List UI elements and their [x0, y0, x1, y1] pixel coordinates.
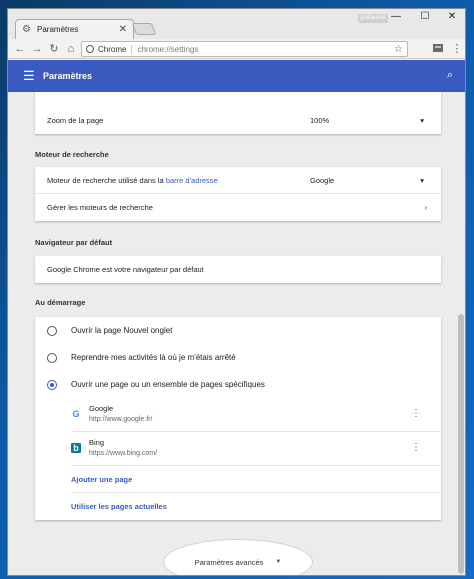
url-text[interactable]: chrome://settings [137, 45, 394, 54]
startup-page-url: https://www.bing.com/ [89, 450, 158, 457]
caret-down-icon: ▼ [275, 559, 282, 565]
manage-search-engines-label: Gérer les moteurs de recherche [47, 203, 153, 212]
zoom-row: Zoom de la page 100% ▾ [35, 107, 441, 134]
menu-dots-icon[interactable]: ⋮ [450, 42, 464, 56]
new-tab-button[interactable] [131, 23, 157, 35]
back-icon[interactable]: ← [13, 42, 27, 56]
startup-option-new-tab[interactable]: Ouvrir la page Nouvel onglet [35, 317, 441, 344]
advanced-settings-button[interactable]: Paramètres avancés ▼ [163, 539, 313, 575]
advanced-settings-label: Paramètres avancés [194, 557, 264, 567]
chevron-right-icon: › [424, 203, 427, 212]
settings-header: ☰ Paramètres ⌕ [8, 60, 465, 92]
forward-icon[interactable]: → [30, 42, 44, 56]
browser-toolbar: ← → ↻ ⌂ Chrome chrome://settings ☆ ⋮ [8, 39, 465, 59]
dropdown-arrow-icon: ▾ [420, 175, 424, 185]
radio-button-selected[interactable] [47, 379, 57, 390]
google-favicon-icon: G [72, 409, 80, 419]
bing-favicon-icon: b [71, 443, 81, 453]
bookmark-star-icon[interactable]: ☆ [394, 44, 403, 55]
default-browser-text: Google Chrome est votre navigateur par d… [47, 265, 204, 274]
startup-card: Ouvrir la page Nouvel onglet Reprendre m… [35, 317, 441, 520]
maximize-icon[interactable]: ☐ [411, 11, 439, 22]
gear-icon: ⚙ [22, 23, 31, 35]
settings-content: Zoom de la page 100% ▾ Moteur de recherc… [8, 92, 465, 575]
tab-close-icon[interactable]: ✕ [119, 24, 127, 35]
close-window-icon[interactable]: ✕ [438, 11, 465, 22]
page-title: Paramètres [43, 71, 93, 81]
search-engine-card: Moteur de recherche utilisé dans la barr… [35, 167, 441, 221]
browser-window: ⚙ Paramètres ✕ guillaume — ☐ ✕ ← → ↻ ⌂ C… [7, 8, 466, 576]
dropdown-arrow-icon: ▾ [420, 116, 424, 125]
more-vert-icon[interactable]: ⋮ [411, 443, 421, 453]
address-bar[interactable]: Chrome chrome://settings ☆ [81, 41, 408, 57]
startup-option-label: Ouvrir une page ou un ensemble de pages … [71, 380, 265, 389]
hamburger-icon[interactable]: ☰ [23, 69, 35, 82]
site-chip[interactable]: Chrome [86, 44, 133, 54]
site-chip-label: Chrome [98, 44, 127, 54]
startup-page-name: Bing [89, 438, 105, 447]
tab-title: Paramètres [37, 25, 79, 34]
startup-page-item: G Google http://www.google.fr/ ⋮ [71, 398, 441, 432]
minimize-icon[interactable]: — [382, 11, 410, 22]
zoom-label: Zoom de la page [47, 116, 104, 125]
search-engine-label: Moteur de recherche utilisé dans la [47, 175, 166, 185]
manage-search-engines-row[interactable]: Gérer les moteurs de recherche › [35, 194, 441, 221]
startup-heading: Au démarrage [35, 298, 86, 307]
search-engine-heading: Moteur de recherche [35, 150, 109, 159]
search-engine-select[interactable]: Google ▾ [310, 176, 430, 185]
use-current-pages-link[interactable]: Utiliser les pages actuelles [71, 493, 441, 520]
tab-strip: ⚙ Paramètres ✕ guillaume — ☐ ✕ [8, 9, 465, 39]
default-browser-row: Google Chrome est votre navigateur par d… [35, 256, 441, 283]
tab-settings[interactable]: ⚙ Paramètres ✕ [15, 19, 134, 39]
address-bar-link[interactable]: barre d'adresse [166, 176, 218, 185]
startup-option-specific-pages[interactable]: Ouvrir une page ou un ensemble de pages … [35, 371, 441, 398]
default-browser-heading: Navigateur par défaut [35, 238, 113, 247]
search-engine-row: Moteur de recherche utilisé dans la barr… [35, 167, 441, 194]
appearance-card: Zoom de la page 100% ▾ [35, 92, 441, 134]
more-vert-icon[interactable]: ⋮ [411, 409, 421, 419]
startup-option-label: Ouvrir la page Nouvel onglet [71, 326, 173, 335]
chrome-icon [86, 45, 94, 53]
startup-option-label: Reprendre mes activités là où je m'étais… [71, 353, 236, 362]
startup-page-name: Google [89, 404, 114, 413]
radio-button[interactable] [47, 325, 57, 336]
radio-button[interactable] [47, 352, 57, 363]
extension-icon[interactable] [432, 42, 444, 54]
zoom-select[interactable]: 100% ▾ [310, 116, 430, 125]
reload-icon[interactable]: ↻ [47, 42, 61, 56]
add-page-link[interactable]: Ajouter une page [71, 466, 441, 493]
default-browser-card: Google Chrome est votre navigateur par d… [35, 256, 441, 283]
startup-page-url: http://www.google.fr/ [89, 416, 153, 423]
scrollbar[interactable] [458, 314, 464, 574]
zoom-value: 100% [310, 116, 330, 125]
startup-option-continue[interactable]: Reprendre mes activités là où je m'étais… [35, 344, 441, 371]
search-icon[interactable]: ⌕ [447, 69, 453, 82]
home-icon[interactable]: ⌂ [64, 42, 78, 56]
search-engine-value: Google [310, 175, 335, 185]
startup-page-item: b Bing https://www.bing.com/ ⋮ [71, 432, 441, 466]
